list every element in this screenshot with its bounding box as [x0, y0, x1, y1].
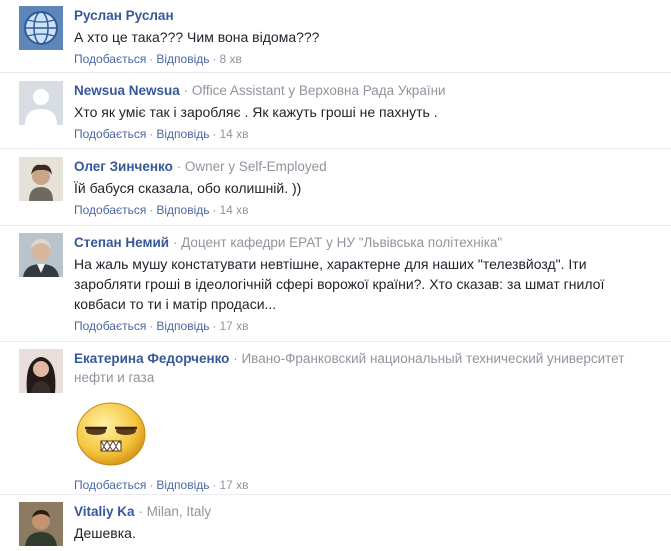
like-link[interactable]: Подобається — [74, 203, 146, 217]
commenter-name[interactable]: Newsua Newsua — [74, 83, 180, 98]
separator-dot: · — [212, 127, 217, 141]
comment-timestamp[interactable]: 17 хв — [220, 478, 249, 492]
separator-dot: · — [212, 319, 217, 333]
commenter-workplace[interactable]: Owner у Self-Employed — [185, 159, 327, 174]
commenter-location[interactable]: Milan, Italy — [147, 504, 212, 519]
comment-text: Дешевка. — [74, 525, 136, 541]
separator-dot: · — [212, 52, 217, 66]
separator-dot: · — [149, 52, 154, 66]
comment-text: Хто як уміє так і заробляє . Як кажуть г… — [74, 104, 438, 120]
comment-timestamp[interactable]: 14 хв — [220, 127, 249, 141]
separator-dot: · — [176, 159, 182, 174]
commenter-name[interactable]: Екатерина Федорченко — [74, 351, 229, 366]
like-link[interactable]: Подобається — [74, 52, 146, 66]
reply-link[interactable]: Відповідь — [156, 127, 209, 141]
comment-timestamp[interactable]: 14 хв — [220, 203, 249, 217]
user-photo-avatar-icon[interactable] — [19, 349, 63, 393]
user-photo-avatar-icon[interactable] — [19, 233, 63, 277]
comment-item: Степан Немий · Доцент кафедри ЕРАТ у НУ … — [0, 225, 671, 341]
reply-link[interactable]: Відповідь — [156, 52, 209, 66]
separator-dot: · — [212, 203, 217, 217]
separator-dot: · — [172, 235, 178, 250]
comment-text: А хто це така??? Чим вона відома??? — [74, 29, 320, 45]
commenter-name[interactable]: Олег Зинченко — [74, 159, 173, 174]
reply-link[interactable]: Відповідь — [156, 478, 209, 492]
separator-dot: · — [149, 127, 154, 141]
comment-text: На жаль мушу констатувати невтішне, хара… — [74, 256, 605, 312]
reply-link[interactable]: Відповідь — [156, 319, 209, 333]
like-link[interactable]: Подобається — [74, 127, 146, 141]
separator-dot: · — [149, 478, 154, 492]
separator-dot: · — [149, 203, 154, 217]
commenter-workplace[interactable]: Доцент кафедри ЕРАТ у НУ "Львівська полі… — [181, 235, 502, 250]
like-link[interactable]: Подобається — [74, 478, 146, 492]
comment-item: Vitaliy Ka · Milan, Italy Дешевка. — [0, 494, 671, 551]
comment-text: Їй бабуся сказала, обо колишній. )) — [74, 180, 302, 196]
user-photo-avatar-icon[interactable] — [19, 157, 63, 201]
globe-avatar-icon[interactable] — [19, 6, 63, 50]
separator-dot: · — [233, 351, 238, 366]
commenter-name[interactable]: Руслан Руслан — [74, 8, 174, 23]
commenter-name[interactable]: Степан Немий — [74, 235, 169, 250]
reply-link[interactable]: Відповідь — [156, 203, 209, 217]
separator-dot: · — [149, 319, 154, 333]
separator-dot: · — [183, 83, 189, 98]
comment-item: Екатерина Федорченко · Ивано-Франковский… — [0, 341, 671, 493]
comment-timestamp[interactable]: 8 хв — [220, 52, 242, 66]
comment-item: Newsua Newsua · Office Assistant у Верхо… — [0, 72, 671, 148]
commenter-workplace[interactable]: Office Assistant у Верховна Рада України — [192, 83, 446, 98]
comment-item: Руслан Руслан А хто це така??? Чим вона … — [0, 6, 671, 70]
like-link[interactable]: Подобається — [74, 319, 146, 333]
user-photo-avatar-icon[interactable] — [19, 502, 63, 546]
default-profile-avatar-icon[interactable] — [19, 81, 63, 125]
annoyed-face-sticker-icon — [74, 399, 148, 467]
separator-dot: · — [138, 504, 143, 519]
commenter-name[interactable]: Vitaliy Ka — [74, 504, 135, 519]
comment-timestamp[interactable]: 17 хв — [220, 319, 249, 333]
comment-item: Олег Зинченко · Owner у Self-Employed Їй… — [0, 148, 671, 224]
separator-dot: · — [212, 478, 217, 492]
